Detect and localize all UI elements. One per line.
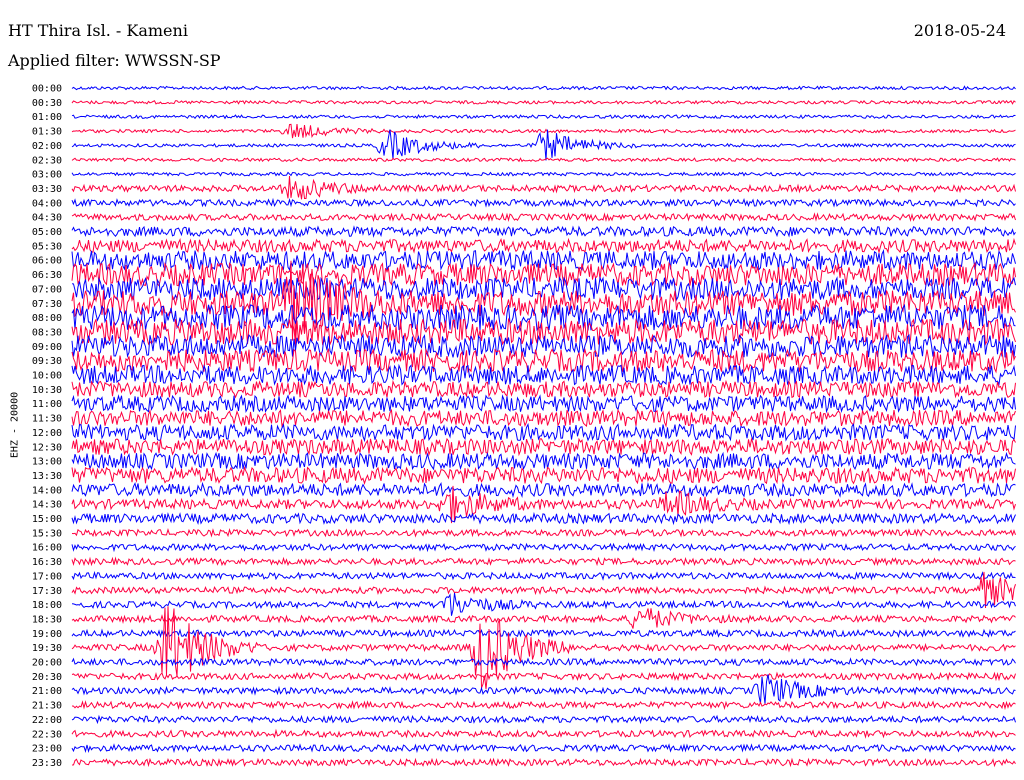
trace-line <box>71 657 1016 667</box>
row-label: 06:30 <box>32 270 62 281</box>
row-label-group: 00:00 00:30 01:00 01:30 02:00 02:30 03:00 03:30… <box>32 84 62 769</box>
row-label: 05:00 <box>32 227 62 238</box>
row-label: 07:00 <box>32 284 62 295</box>
trace-line <box>71 261 1016 288</box>
row-label: 06:00 <box>32 256 62 267</box>
trace-line <box>71 700 1016 711</box>
trace-line <box>71 743 1016 754</box>
trace-line <box>71 123 1016 139</box>
trace-line <box>71 408 1016 428</box>
trace-line <box>71 237 1016 255</box>
row-label: 21:30 <box>32 701 62 712</box>
trace-line <box>71 714 1016 725</box>
trace-line <box>71 394 1016 414</box>
row-label: 04:30 <box>32 213 62 224</box>
trace-line <box>71 542 1016 553</box>
row-label: 08:30 <box>32 327 62 338</box>
trace-line <box>71 592 1016 616</box>
trace-line <box>71 728 1016 739</box>
row-label: 12:30 <box>32 442 62 453</box>
trace-line <box>71 85 1016 91</box>
row-label: 20:00 <box>32 658 62 669</box>
trace-line <box>71 347 1016 374</box>
row-label: 00:00 <box>32 84 62 95</box>
row-label: 23:30 <box>32 758 62 769</box>
row-label: 21:00 <box>32 686 62 697</box>
helicorder-plot: 00:00 00:30 01:00 01:30 02:00 02:30 03:00 03:30… <box>32 84 1016 769</box>
row-label: 13:30 <box>32 471 62 482</box>
row-label: 11:00 <box>32 399 62 410</box>
trace-line <box>71 570 1016 581</box>
trace-line <box>71 175 1016 200</box>
row-label: 15:00 <box>32 514 62 525</box>
trace-line <box>71 114 1016 120</box>
trace-line <box>71 212 1016 223</box>
trace-line <box>71 437 1016 457</box>
row-label: 17:00 <box>32 571 62 582</box>
trace-line <box>71 628 1016 639</box>
row-label: 04:00 <box>32 198 62 209</box>
trace-line <box>71 225 1016 238</box>
row-label: 18:30 <box>32 614 62 625</box>
row-label: 19:30 <box>32 643 62 654</box>
trace-line <box>71 511 1016 526</box>
row-label: 10:00 <box>32 371 62 382</box>
row-label: 02:30 <box>32 155 62 166</box>
row-label: 03:00 <box>32 170 62 181</box>
row-label: 05:30 <box>32 241 62 252</box>
row-label: 07:30 <box>32 299 62 310</box>
row-label: 10:30 <box>32 385 62 396</box>
row-label: 16:30 <box>32 557 62 568</box>
row-label: 03:30 <box>32 184 62 195</box>
trace-line <box>71 481 1016 499</box>
trace-line <box>71 674 1016 704</box>
trace-line <box>71 757 1016 768</box>
row-label: 09:00 <box>32 342 62 353</box>
trace-line <box>71 451 1016 471</box>
row-label: 12:00 <box>32 428 62 439</box>
row-label: 09:30 <box>32 356 62 367</box>
row-label: 00:30 <box>32 98 62 109</box>
row-label: 22:00 <box>32 715 62 726</box>
trace-line <box>71 465 1016 485</box>
trace-line <box>71 157 1016 163</box>
trace-line <box>71 422 1016 443</box>
row-label: 19:00 <box>32 629 62 640</box>
row-label: 16:00 <box>32 543 62 554</box>
trace-line <box>71 608 1016 629</box>
row-label: 15:30 <box>32 528 62 539</box>
trace-group <box>71 85 1016 768</box>
trace-line <box>71 333 1016 359</box>
row-label: 14:00 <box>32 485 62 496</box>
row-label: 14:30 <box>32 500 62 511</box>
trace-line <box>71 379 1016 399</box>
trace-line <box>71 129 1016 161</box>
trace-line <box>71 248 1016 272</box>
trace-line <box>71 197 1016 208</box>
row-label: 13:00 <box>32 457 62 468</box>
row-label: 23:00 <box>32 744 62 755</box>
trace-line <box>71 556 1016 567</box>
row-label: 01:30 <box>32 127 62 138</box>
row-label: 17:30 <box>32 586 62 597</box>
trace-line <box>71 527 1016 538</box>
row-label: 08:00 <box>32 313 62 324</box>
trace-line <box>71 671 1016 682</box>
trace-line <box>71 99 1016 105</box>
trace-line <box>71 171 1016 177</box>
row-label: 11:30 <box>32 414 62 425</box>
row-label: 02:00 <box>32 141 62 152</box>
row-label: 22:30 <box>32 729 62 740</box>
row-label: 18:00 <box>32 600 62 611</box>
row-label: 01:00 <box>32 112 62 123</box>
row-label: 20:30 <box>32 672 62 683</box>
